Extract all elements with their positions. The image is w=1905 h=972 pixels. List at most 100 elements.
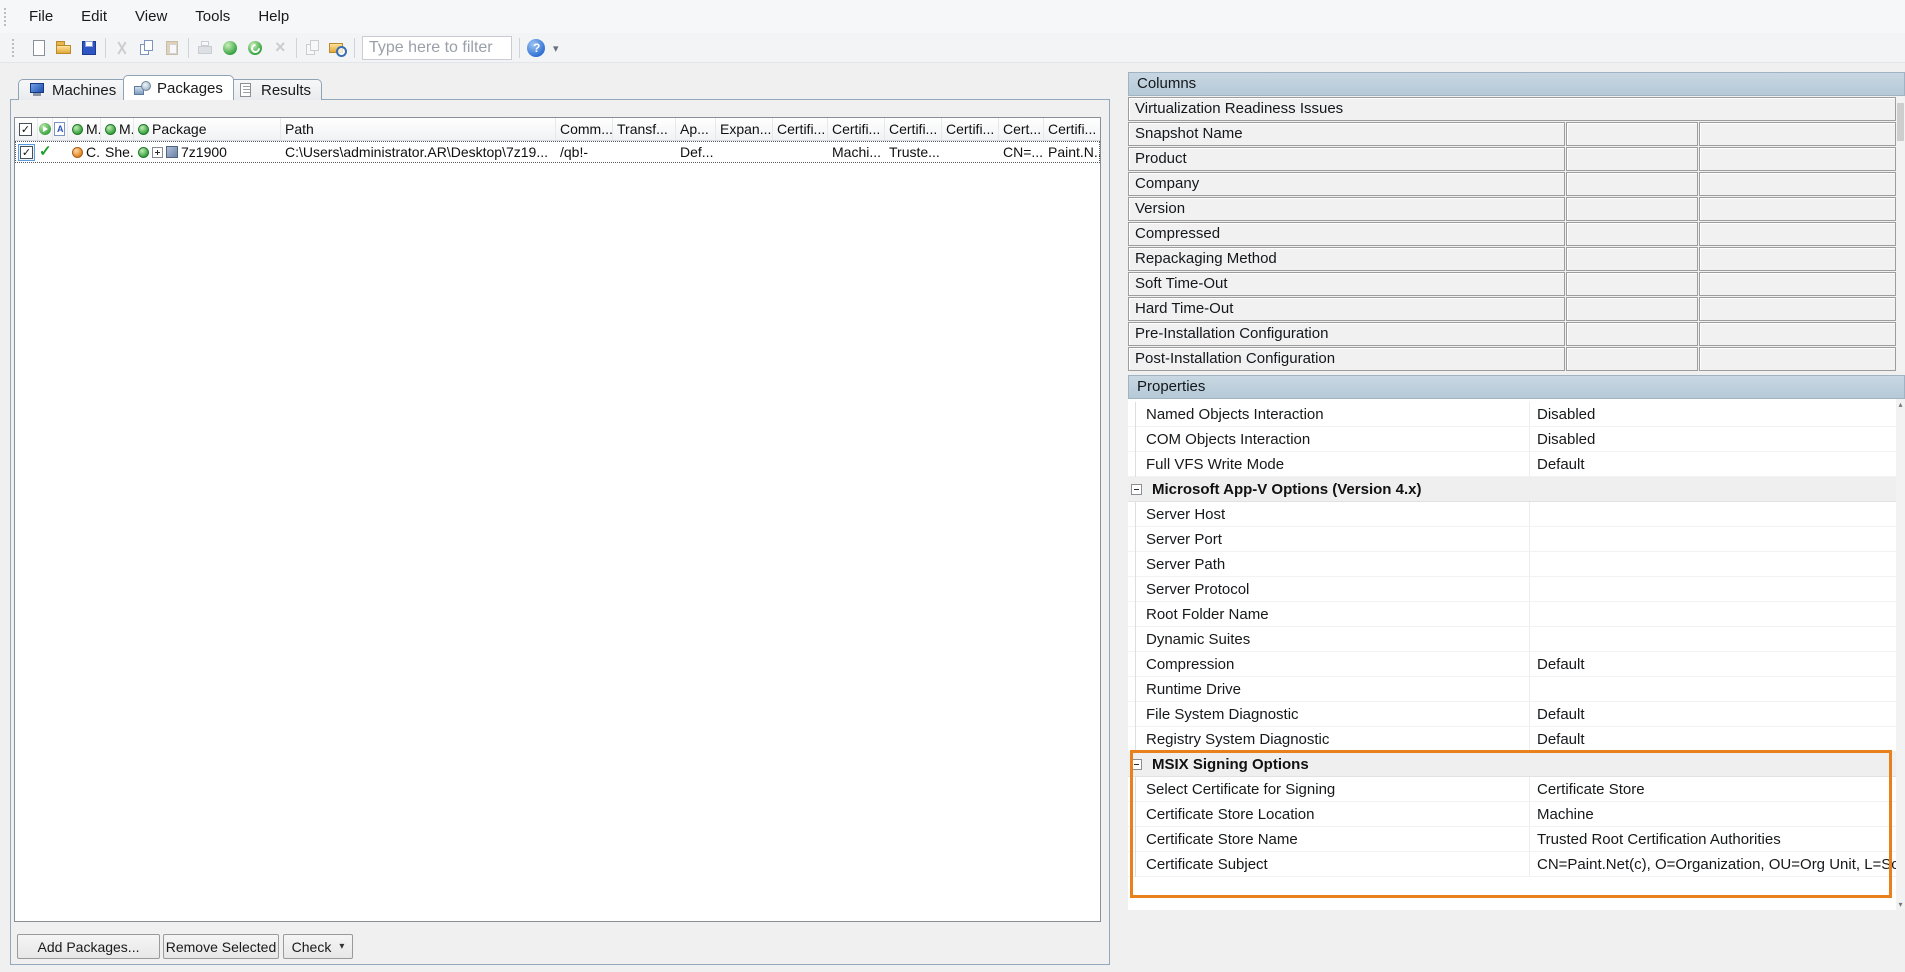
column-chooser-cell[interactable] [1699, 147, 1896, 171]
header-m1[interactable]: M.. [68, 118, 101, 140]
column-chooser-cell[interactable] [1566, 322, 1698, 346]
column-chooser-label[interactable]: Compressed [1128, 222, 1565, 246]
property-value[interactable]: Trusted Root Certification Authorities [1530, 831, 1896, 848]
column-chooser-row[interactable]: Version [1128, 197, 1896, 221]
column-chooser-row[interactable]: Product [1128, 147, 1896, 171]
scroll-up-icon[interactable]: ▴ [1896, 400, 1905, 409]
header-package[interactable]: Package [134, 118, 281, 140]
open-folder-icon[interactable] [55, 39, 73, 57]
property-row[interactable]: Server Path [1128, 552, 1896, 577]
menu-help[interactable]: Help [244, 0, 303, 33]
cut-icon[interactable] [113, 39, 131, 57]
search-folder-icon[interactable] [329, 39, 347, 57]
property-row[interactable]: Certificate Store Location Machine [1128, 802, 1896, 827]
header-cert-6[interactable]: Certifi... [1044, 118, 1101, 140]
copy-icon[interactable] [138, 39, 156, 57]
property-value[interactable]: Certificate Store [1530, 781, 1896, 798]
column-chooser-cell[interactable] [1699, 247, 1896, 271]
property-row[interactable]: Compression Default [1128, 652, 1896, 677]
column-chooser-cell[interactable] [1699, 197, 1896, 221]
header-path[interactable]: Path [281, 118, 556, 140]
save-icon[interactable] [80, 39, 98, 57]
header-transform[interactable]: Transf... [613, 118, 676, 140]
menu-edit[interactable]: Edit [67, 0, 121, 33]
column-chooser-label[interactable]: Repackaging Method [1128, 247, 1565, 271]
property-value[interactable]: CN=Paint.Net(c), O=Organization, OU=Org … [1530, 856, 1896, 873]
column-chooser-cell[interactable] [1566, 172, 1698, 196]
header-select-all[interactable] [15, 118, 38, 140]
refresh-icon[interactable] [246, 39, 264, 57]
remove-selected-button[interactable]: Remove Selected [163, 934, 279, 959]
column-chooser-cell[interactable] [1566, 197, 1698, 221]
columns-scrollbar[interactable] [1896, 97, 1905, 372]
column-chooser-row[interactable]: Pre-Installation Configuration [1128, 322, 1896, 346]
properties-scrollbar[interactable]: ▴ ▾ [1896, 399, 1905, 910]
header-app[interactable]: Ap... [676, 118, 716, 140]
column-chooser-cell[interactable] [1566, 147, 1698, 171]
property-value[interactable]: Machine [1530, 806, 1896, 823]
column-chooser-label[interactable]: Snapshot Name [1128, 122, 1565, 146]
header-expand[interactable]: Expan... [716, 118, 773, 140]
column-chooser-row[interactable]: Hard Time-Out [1128, 297, 1896, 321]
delete-icon[interactable] [271, 39, 289, 57]
help-icon[interactable] [527, 39, 545, 57]
property-row[interactable]: Server Host [1128, 502, 1896, 527]
column-chooser-cell[interactable] [1699, 272, 1896, 296]
column-chooser-row[interactable]: Repackaging Method [1128, 247, 1896, 271]
print-icon[interactable] [196, 39, 214, 57]
filter-input[interactable] [362, 36, 512, 60]
tab-machines[interactable]: Machines [18, 79, 127, 100]
header-doc-type[interactable] [53, 118, 68, 140]
column-chooser-label[interactable]: Virtualization Readiness Issues [1128, 97, 1896, 121]
property-value[interactable]: Default [1530, 456, 1896, 473]
menu-drag-grip-icon[interactable] [4, 8, 9, 26]
paste-icon[interactable] [163, 39, 181, 57]
collapse-minus-icon[interactable] [1131, 484, 1142, 495]
tab-results[interactable]: Results [227, 79, 322, 100]
column-chooser-label[interactable]: Company [1128, 172, 1565, 196]
package-row[interactable]: C... She... 7z1900 C:\Users\administrato… [15, 141, 1100, 163]
property-group-row[interactable]: Microsoft App-V Options (Version 4.x) [1128, 477, 1896, 502]
chevron-down-icon[interactable]: ▾ [339, 941, 344, 952]
header-m2[interactable]: M.. [101, 118, 134, 140]
column-chooser-cell[interactable] [1566, 347, 1698, 371]
menu-file[interactable]: File [15, 0, 67, 33]
property-value[interactable]: Default [1530, 731, 1896, 748]
column-chooser-cell[interactable] [1566, 222, 1698, 246]
column-chooser-cell[interactable] [1699, 347, 1896, 371]
column-chooser-label[interactable]: Hard Time-Out [1128, 297, 1565, 321]
property-row[interactable]: Registry System Diagnostic Default [1128, 727, 1896, 752]
header-status[interactable] [38, 118, 53, 140]
row-checkbox[interactable] [20, 146, 33, 159]
header-cert-1[interactable]: Certifi... [773, 118, 828, 140]
property-row[interactable]: Certificate Subject CN=Paint.Net(c), O=O… [1128, 852, 1896, 877]
column-chooser-cell[interactable] [1566, 247, 1698, 271]
column-chooser-label[interactable]: Soft Time-Out [1128, 272, 1565, 296]
column-chooser-label[interactable]: Product [1128, 147, 1565, 171]
property-row[interactable]: Named Objects Interaction Disabled [1128, 402, 1896, 427]
check-split-button[interactable]: Check ▾ [283, 934, 353, 959]
column-chooser-cell[interactable] [1699, 122, 1896, 146]
property-row[interactable]: Root Folder Name [1128, 602, 1896, 627]
property-row[interactable]: Select Certificate for Signing Certifica… [1128, 777, 1896, 802]
build-package-icon[interactable] [221, 39, 239, 57]
new-icon[interactable] [30, 39, 48, 57]
column-chooser-cell[interactable] [1566, 272, 1698, 296]
columns-scrollbar-thumb[interactable] [1897, 103, 1904, 141]
property-row[interactable]: Server Port [1128, 527, 1896, 552]
add-packages-button[interactable]: Add Packages... [17, 934, 160, 959]
select-all-checkbox[interactable] [19, 123, 32, 136]
scroll-down-icon[interactable]: ▾ [1896, 900, 1905, 909]
column-chooser-row[interactable]: Snapshot Name [1128, 122, 1896, 146]
column-chooser-label[interactable]: Pre-Installation Configuration [1128, 322, 1565, 346]
property-row[interactable]: Runtime Drive [1128, 677, 1896, 702]
column-chooser-row[interactable]: Soft Time-Out [1128, 272, 1896, 296]
property-row[interactable]: Full VFS Write Mode Default [1128, 452, 1896, 477]
column-chooser-label[interactable]: Post-Installation Configuration [1128, 347, 1565, 371]
property-value[interactable]: Default [1530, 706, 1896, 723]
expand-plus-icon[interactable] [152, 147, 163, 158]
property-value[interactable]: Default [1530, 656, 1896, 673]
tab-packages[interactable]: Packages [123, 75, 234, 100]
menu-view[interactable]: View [121, 0, 181, 33]
property-row[interactable]: File System Diagnostic Default [1128, 702, 1896, 727]
